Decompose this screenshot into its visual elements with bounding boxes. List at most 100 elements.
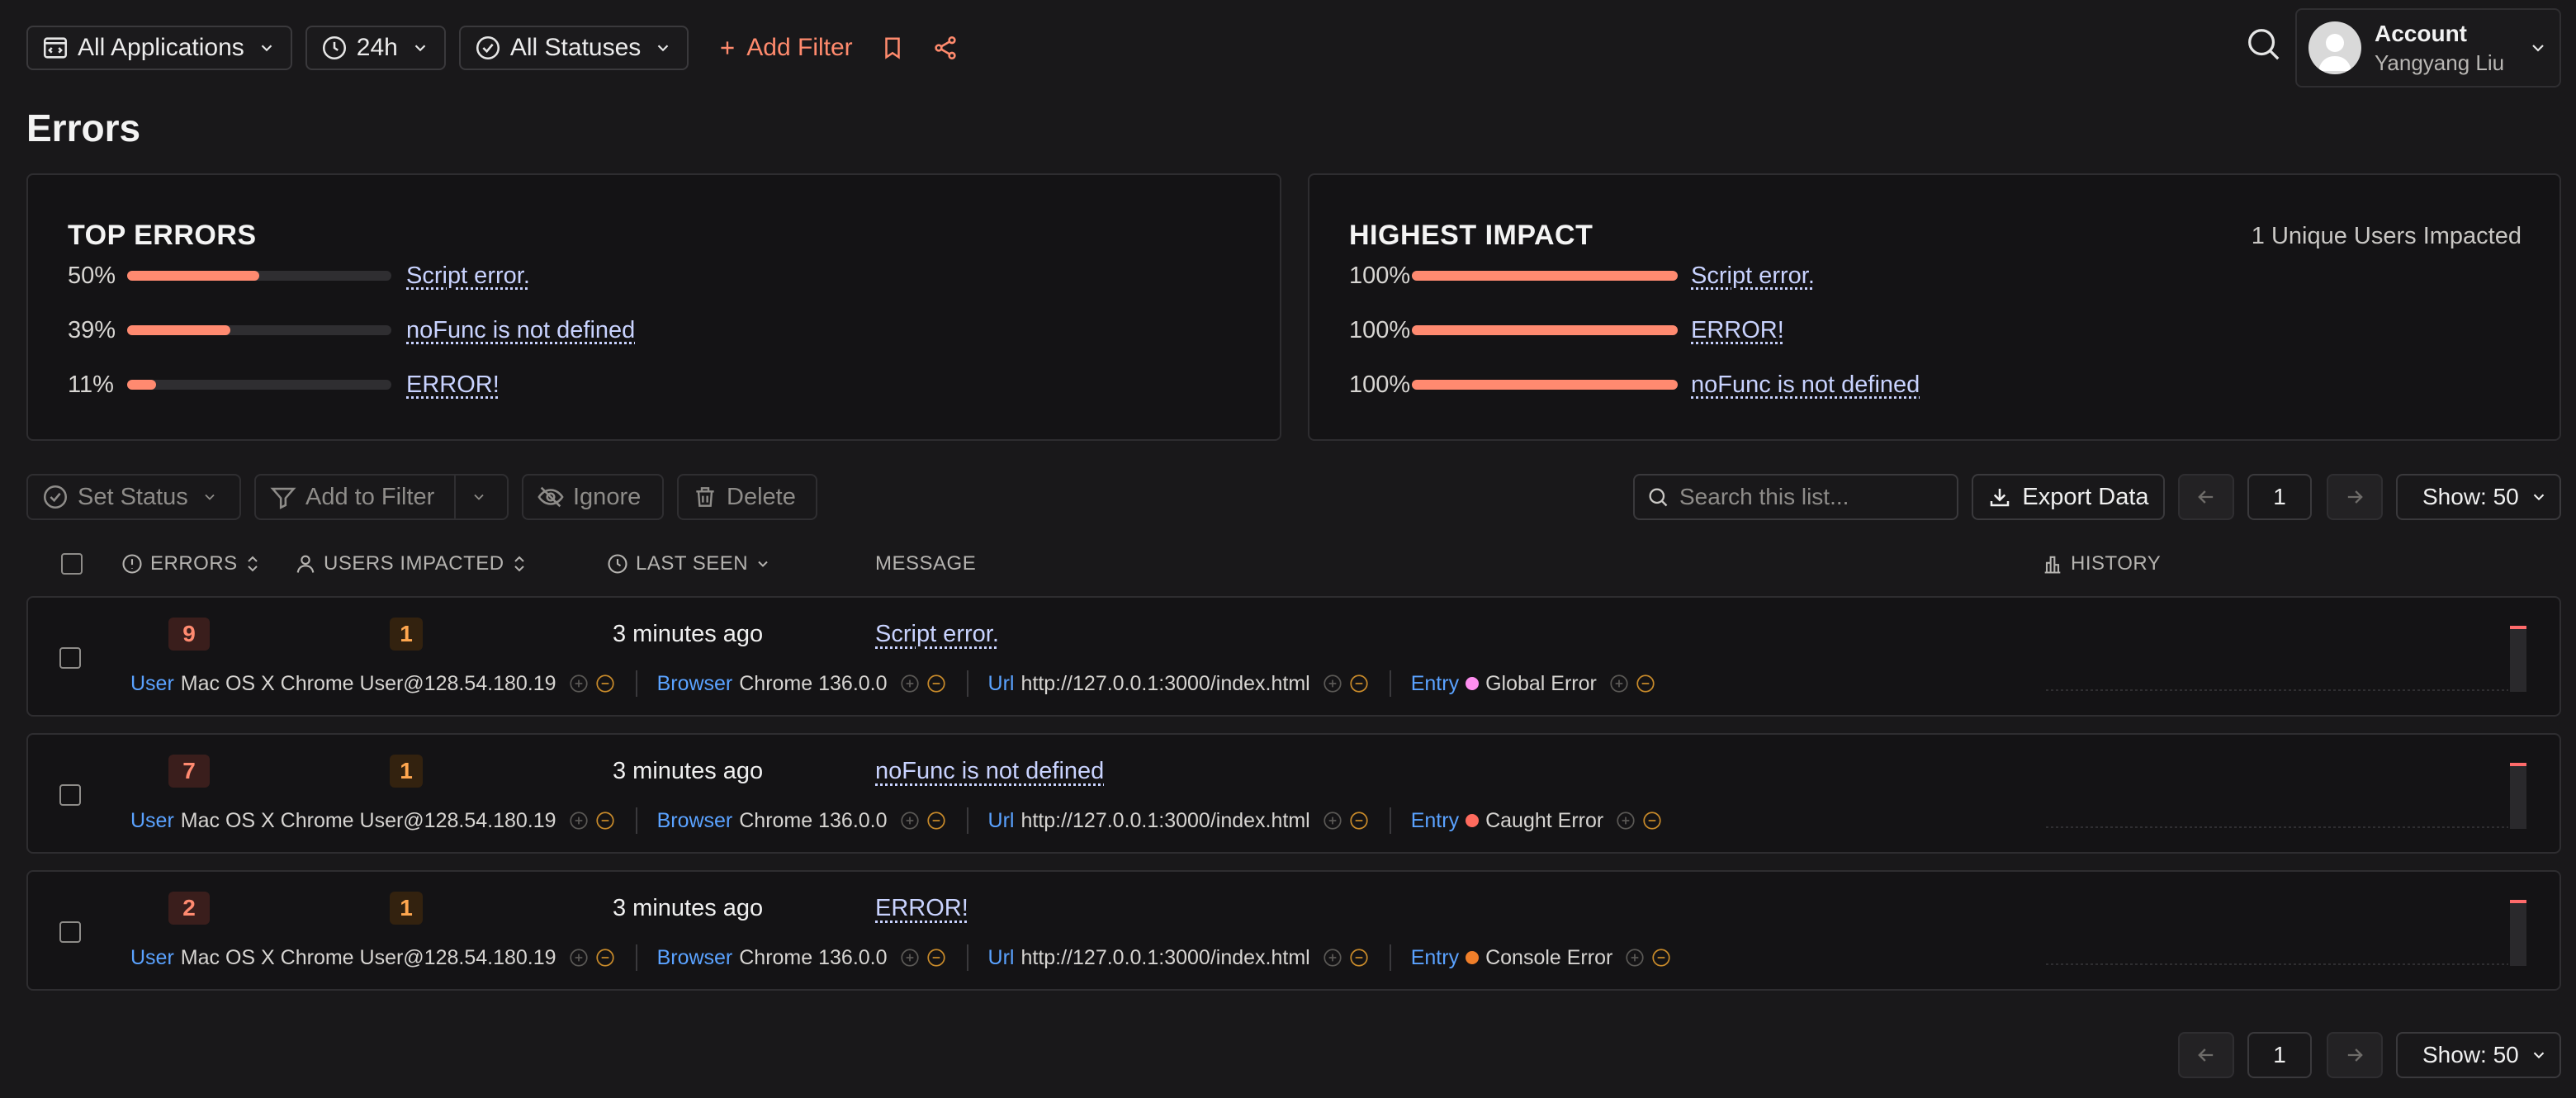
users-impacted-column-label: USERS IMPACTED — [324, 552, 504, 575]
trash-icon — [692, 484, 718, 510]
bar-chart-icon — [2041, 552, 2064, 575]
delete-button[interactable]: Delete — [677, 474, 817, 520]
exclude-filter-icon[interactable] — [1641, 810, 1663, 831]
row-checkbox[interactable] — [59, 784, 81, 806]
error-message-link[interactable]: Script error. — [875, 621, 999, 648]
search-icon — [2244, 25, 2282, 63]
next-page-button[interactable] — [2327, 1032, 2383, 1078]
sort-icon — [511, 553, 528, 575]
top-error-item: 39% noFunc is not defined — [68, 314, 635, 347]
tag-value: Chrome 136.0.0 — [739, 808, 888, 832]
tag-key: Entry — [1410, 808, 1460, 832]
exclude-filter-icon[interactable] — [1635, 673, 1656, 694]
page-size-select[interactable]: Show: 50 — [2396, 474, 2561, 520]
exclude-filter-icon[interactable] — [926, 810, 947, 831]
bookmark-button[interactable] — [873, 28, 912, 68]
exclude-filter-icon[interactable] — [926, 947, 947, 968]
add-filter-icon[interactable] — [1624, 947, 1646, 968]
exclude-filter-icon[interactable] — [1348, 810, 1370, 831]
add-to-filter-button[interactable]: Add to Filter — [254, 474, 509, 520]
next-page-button[interactable] — [2327, 474, 2383, 520]
add-filter-icon[interactable] — [1615, 810, 1636, 831]
row-checkbox[interactable] — [59, 647, 81, 669]
top-error-link[interactable]: Script error. — [406, 263, 530, 290]
add-filter-icon[interactable] — [568, 673, 590, 694]
tag-value: Global Error — [1485, 671, 1597, 695]
check-circle-icon — [41, 483, 69, 511]
time-range-filter[interactable]: 24h — [305, 26, 446, 70]
error-message-link[interactable]: ERROR! — [875, 895, 968, 922]
tag-key: Browser — [656, 808, 733, 832]
share-button[interactable] — [926, 28, 965, 68]
tag-value: http://127.0.0.1:3000/index.html — [1020, 671, 1310, 695]
set-status-button[interactable]: Set Status — [26, 474, 241, 520]
last-seen-column-header[interactable]: LAST SEEN — [606, 551, 771, 576]
row-tags: User Mac OS X Chrome User@128.54.180.19 … — [130, 669, 1656, 698]
divider — [1389, 807, 1391, 834]
row-tags: User Mac OS X Chrome User@128.54.180.19 … — [130, 806, 1663, 835]
exclude-filter-icon[interactable] — [594, 673, 616, 694]
users-impacted-column-header[interactable]: USERS IMPACTED — [294, 551, 528, 576]
add-filter-icon[interactable] — [1322, 810, 1343, 831]
top-error-bar — [127, 380, 391, 390]
impact-item: 100% noFunc is not defined — [1349, 368, 1920, 401]
url-tag: Url http://127.0.0.1:3000/index.html — [988, 946, 1370, 970]
table-row[interactable]: 9 1 3 minutes ago Script error. User Mac… — [26, 596, 2561, 717]
export-data-button[interactable]: Export Data — [1972, 474, 2165, 520]
exclude-filter-icon[interactable] — [594, 947, 616, 968]
page-number[interactable]: 1 — [2247, 474, 2312, 520]
impact-link[interactable]: ERROR! — [1691, 317, 1784, 344]
entry-type-dot — [1466, 951, 1480, 964]
global-search-button[interactable] — [2244, 25, 2282, 63]
add-filter-icon[interactable] — [1608, 673, 1630, 694]
exclude-filter-icon[interactable] — [1348, 947, 1370, 968]
top-error-link[interactable]: ERROR! — [406, 372, 500, 399]
add-filter-icon[interactable] — [899, 810, 921, 831]
tag-key: Url — [987, 671, 1015, 695]
chevron-down-icon — [2528, 38, 2548, 58]
add-filter-icon[interactable] — [1322, 673, 1343, 694]
top-error-bar-fill — [127, 325, 230, 335]
add-to-filter-label: Add to Filter — [305, 483, 435, 510]
prev-page-button[interactable] — [2178, 1032, 2234, 1078]
tag-value: Chrome 136.0.0 — [739, 671, 888, 695]
users-count-badge: 1 — [390, 755, 423, 788]
add-filter-button[interactable]: Add Filter — [717, 34, 853, 62]
top-error-link[interactable]: noFunc is not defined — [406, 317, 635, 344]
status-filter[interactable]: All Statuses — [458, 26, 689, 70]
impact-link[interactable]: noFunc is not defined — [1691, 372, 1920, 399]
tag-key: User — [130, 671, 174, 695]
checkbox — [61, 553, 83, 575]
add-filter-icon[interactable] — [568, 947, 590, 968]
ignore-button[interactable]: Ignore — [522, 474, 664, 520]
exclude-filter-icon[interactable] — [1650, 947, 1672, 968]
errors-column-header[interactable]: ERRORS — [121, 551, 261, 576]
search-input[interactable] — [1678, 483, 1945, 511]
divider — [635, 670, 637, 697]
page-size-select[interactable]: Show: 50 — [2396, 1032, 2561, 1078]
table-row[interactable]: 7 1 3 minutes ago noFunc is not defined … — [26, 733, 2561, 854]
exclude-filter-icon[interactable] — [1348, 673, 1370, 694]
add-filter-icon[interactable] — [899, 947, 921, 968]
prev-page-button[interactable] — [2178, 474, 2234, 520]
exclude-filter-icon[interactable] — [926, 673, 947, 694]
errors-column-label: ERRORS — [150, 552, 238, 575]
highest-impact-title: HIGHEST IMPACT — [1349, 220, 1593, 251]
unique-users-impacted: 1 Unique Users Impacted — [2251, 223, 2522, 249]
row-checkbox[interactable] — [59, 921, 81, 943]
account-menu[interactable]: Account Yangyang Liu — [2295, 8, 2561, 88]
add-filter-icon[interactable] — [1322, 947, 1343, 968]
page-number[interactable]: 1 — [2247, 1032, 2312, 1078]
error-count-badge: 9 — [168, 618, 210, 651]
application-filter[interactable]: All Applications — [26, 26, 292, 70]
error-message-link[interactable]: noFunc is not defined — [875, 758, 1104, 785]
table-row[interactable]: 2 1 3 minutes ago ERROR! User Mac OS X C… — [26, 870, 2561, 991]
add-filter-icon[interactable] — [568, 810, 590, 831]
select-all-checkbox[interactable] — [61, 551, 83, 576]
impact-link[interactable]: Script error. — [1691, 263, 1815, 290]
history-sparkline — [2046, 626, 2526, 692]
tag-key: User — [130, 945, 174, 969]
browser-tag: Browser Chrome 136.0.0 — [657, 946, 947, 970]
exclude-filter-icon[interactable] — [594, 810, 616, 831]
add-filter-icon[interactable] — [899, 673, 921, 694]
